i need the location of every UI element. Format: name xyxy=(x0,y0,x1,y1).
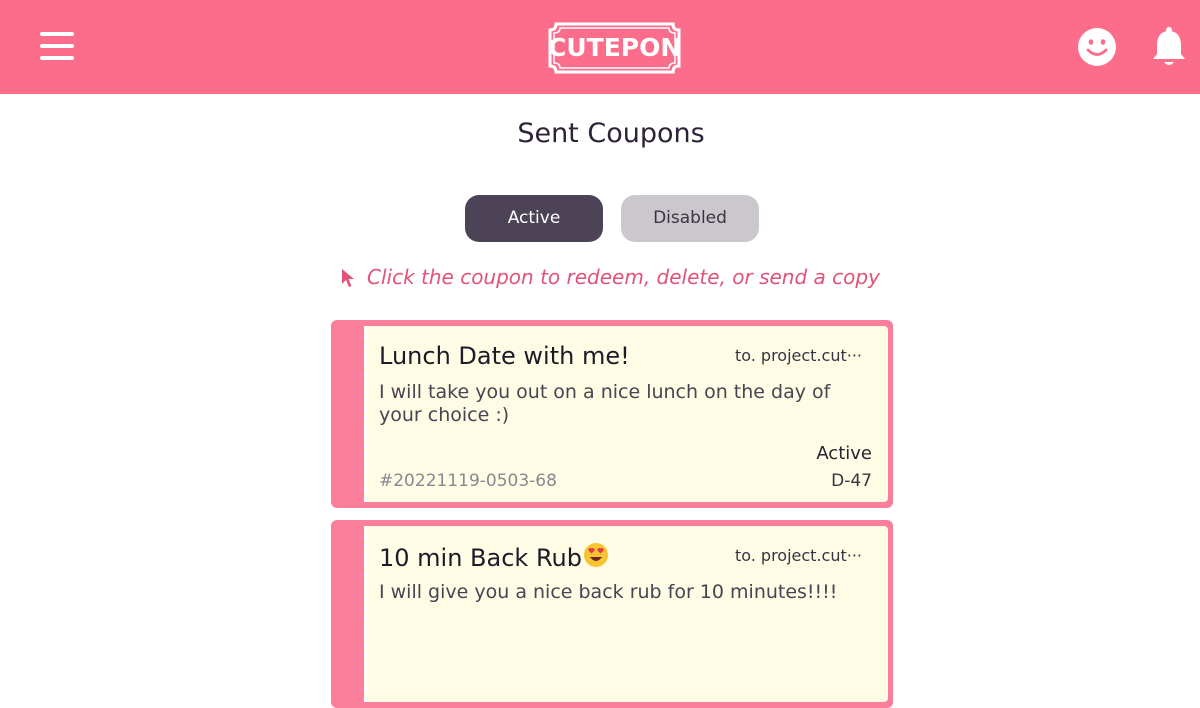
tab-disabled[interactable]: Disabled xyxy=(621,195,759,242)
coupon-body[interactable]: 10 min Back Rub to. project.cut··· I wil… xyxy=(364,526,888,702)
bell-icon[interactable] xyxy=(1151,26,1187,68)
hint-text: Click the coupon to redeem, delete, or s… xyxy=(367,265,880,289)
hamburger-menu-icon[interactable] xyxy=(40,30,74,62)
page-title: Sent Coupons xyxy=(517,118,705,149)
cursor-pointer-icon xyxy=(342,269,354,287)
coupon-card[interactable]: Lunch Date with me! to. project.cut··· I… xyxy=(331,320,893,508)
redeem-hint: Click the coupon to redeem, delete, or s… xyxy=(340,265,900,293)
smiley-face-icon[interactable] xyxy=(1077,27,1117,67)
coupon-body[interactable]: Lunch Date with me! to. project.cut··· I… xyxy=(364,326,888,502)
coupon-description: I will take you out on a nice lunch on t… xyxy=(379,381,831,426)
coupon-recipient: to. project.cut··· xyxy=(734,546,862,565)
tab-active[interactable]: Active xyxy=(465,195,603,242)
coupon-days-left: D-47 xyxy=(831,471,872,491)
coupon-title: 10 min Back Rub xyxy=(379,544,582,572)
coupon-card[interactable]: 10 min Back Rub to. project.cut··· I wil… xyxy=(331,520,893,708)
coupon-description: I will give you a nice back rub for 10 m… xyxy=(379,581,838,603)
coupon-status: Active xyxy=(816,443,872,464)
heart-eyes-emoji-icon xyxy=(584,543,608,567)
cutepon-logo[interactable]: CUTEPON xyxy=(548,22,681,74)
coupon-id: #20221119-0503-68 xyxy=(379,471,557,491)
coupon-title-wrap: 10 min Back Rub xyxy=(379,542,609,572)
app-header: CUTEPON xyxy=(0,0,1200,94)
logo-text: CUTEPON xyxy=(548,33,682,62)
coupon-title: Lunch Date with me! xyxy=(379,342,630,370)
coupon-recipient: to. project.cut··· xyxy=(734,346,862,365)
